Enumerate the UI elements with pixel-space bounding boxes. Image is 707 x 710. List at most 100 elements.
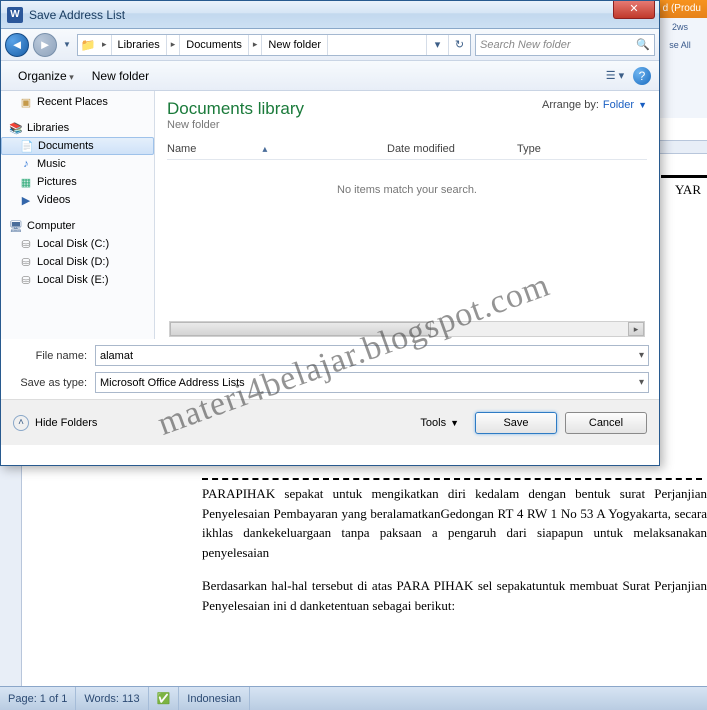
arrange-label: Arrange by: [542,99,599,111]
column-date[interactable]: Date modified [387,143,517,155]
close-button[interactable]: ✕ [613,1,655,19]
tree-label: Computer [27,220,75,232]
dialog-titlebar[interactable]: W Save Address List ✕ [1,1,659,29]
word-ribbon-fragment: 2ws se All [652,18,707,118]
document-body: PARAPIHAK sepakat untuk mengikatkan diri… [22,468,707,686]
history-dropdown[interactable]: ▼ [61,35,73,55]
arrange-by[interactable]: Arrange by: Folder ▼ [542,99,647,111]
search-placeholder: Search New folder [480,39,571,51]
doc-paragraph: PARAPIHAK sepakat untuk mengikatkan diri… [202,484,707,562]
status-language[interactable]: Indonesian [179,687,250,710]
new-folder-button[interactable]: New folder [83,65,158,87]
refresh-button[interactable]: ↻ [448,35,470,55]
tree-disk-c[interactable]: ⛁ Local Disk (C:) [1,235,154,253]
savetype-select[interactable]: Microsoft Office Address Lists [95,372,649,393]
column-headers[interactable]: Name▴ Date modified Type [167,143,647,160]
computer-icon: 🖥 [9,219,23,233]
chevron-down-icon: ▼ [450,418,459,428]
save-dialog: W Save Address List ✕ ◄ ► ▼ 📁 ▸ Librarie… [0,0,660,466]
filename-label: File name: [11,350,95,362]
view-button[interactable]: ☰ ▾ [603,65,627,87]
filename-input[interactable]: alamat [95,345,649,366]
breadcrumb-libraries[interactable]: Libraries [112,35,167,55]
horizontal-scrollbar[interactable]: ◂ ▸ [169,321,645,337]
doc-separator [202,478,702,480]
tree-label: Local Disk (C:) [37,238,109,250]
word-icon: W [7,7,23,23]
nav-row: ◄ ► ▼ 📁 ▸ Libraries ▸ Documents ▸ New fo… [1,29,659,61]
tree-disk-e[interactable]: ⛁ Local Disk (E:) [1,271,154,289]
tree-label: Local Disk (E:) [37,274,109,286]
doc-rule [661,175,707,178]
status-words[interactable]: Words: 113 [76,687,148,710]
tree-label: Documents [38,140,94,152]
scroll-right-icon[interactable]: ▸ [628,322,644,336]
chevron-right-icon[interactable]: ▸ [249,35,263,55]
arrange-value[interactable]: Folder [603,99,634,111]
videos-icon: ▶ [19,193,33,207]
disk-icon: ⛁ [19,237,33,251]
dialog-title: Save Address List [29,8,125,22]
empty-message: No items match your search. [167,160,647,321]
breadcrumb-documents[interactable]: Documents [180,35,249,55]
check-icon: ✅ [157,692,171,705]
breadcrumb[interactable]: 📁 ▸ Libraries ▸ Documents ▸ New folder ▾… [77,34,471,56]
sort-asc-icon: ▴ [262,144,267,155]
hide-folders-button[interactable]: ˄ Hide Folders [13,415,97,431]
libraries-icon: 📚 [9,121,23,135]
music-icon: ♪ [19,157,33,171]
library-header: Documents library New folder Arrange by:… [167,99,647,131]
breadcrumb-newfolder[interactable]: New folder [262,35,328,55]
filename-row: File name: alamat [1,339,659,372]
tree-libraries[interactable]: 📚 Libraries [1,119,154,137]
tree-videos[interactable]: ▶ Videos [1,191,154,209]
tree-computer[interactable]: 🖥 Computer [1,217,154,235]
chevron-right-icon[interactable]: ▸ [167,35,181,55]
hide-folders-label: Hide Folders [35,417,97,429]
chevron-up-icon: ˄ [13,415,29,431]
cancel-button[interactable]: Cancel [565,412,647,434]
forward-button[interactable]: ► [33,33,57,57]
library-subtitle: New folder [167,119,304,131]
recent-icon: ▣ [19,95,33,109]
column-name[interactable]: Name▴ [167,143,387,155]
tree-documents[interactable]: 📄Documents [1,137,154,155]
tree-music[interactable]: ♪Music [1,155,154,173]
status-page[interactable]: Page: 1 of 1 [0,687,76,710]
status-proofing[interactable]: ✅ [149,687,180,710]
doc-paragraph: Berdasarkan hal-hal tersebut di atas PAR… [202,576,707,615]
pictures-icon: ▦ [19,175,33,189]
tree-disk-d[interactable]: ⛁Local Disk (D:) [1,253,154,271]
tree-recent-places[interactable]: ▣ Recent Places [1,93,154,111]
savetype-label: Save as type: [11,377,95,389]
tools-button[interactable]: Tools▼ [412,413,467,433]
status-bar: Page: 1 of 1 Words: 113 ✅ Indonesian [0,686,707,710]
tree-label: Videos [37,194,70,206]
breadcrumb-dropdown[interactable]: ▾ [426,35,448,55]
tree-pictures[interactable]: ▦ Pictures [1,173,154,191]
disk-icon: ⛁ [19,273,33,287]
dialog-body: ▣ Recent Places 📚 Libraries 📄Documents ♪Mu… [1,91,659,339]
organize-button[interactable]: Organize [9,65,83,87]
ribbon-label: se All [653,36,707,54]
scroll-thumb[interactable] [170,322,431,336]
save-button[interactable]: Save [475,412,557,434]
chevron-right-icon[interactable]: ▸ [98,35,112,55]
nav-tree[interactable]: ▣ Recent Places 📚 Libraries 📄Documents ♪Mu… [1,91,155,339]
savetype-row: Save as type: Microsoft Office Address L… [1,372,659,399]
search-input[interactable]: Search New folder 🔍 [475,34,655,56]
back-button[interactable]: ◄ [5,33,29,57]
tree-label: Pictures [37,176,77,188]
doc-fragment: YAR [675,182,701,198]
search-icon: 🔍 [636,38,650,51]
content-pane: Documents library New folder Arrange by:… [155,91,659,339]
column-type[interactable]: Type [517,143,597,155]
ribbon-label: 2ws [653,18,707,36]
chevron-down-icon: ▼ [638,100,647,110]
tree-label: Recent Places [37,96,108,108]
tree-label: Libraries [27,122,69,134]
tree-label: Local Disk (D:) [37,256,109,268]
library-title: Documents library [167,99,304,119]
folder-icon: 📁 [78,38,98,52]
help-icon[interactable]: ? [633,67,651,85]
